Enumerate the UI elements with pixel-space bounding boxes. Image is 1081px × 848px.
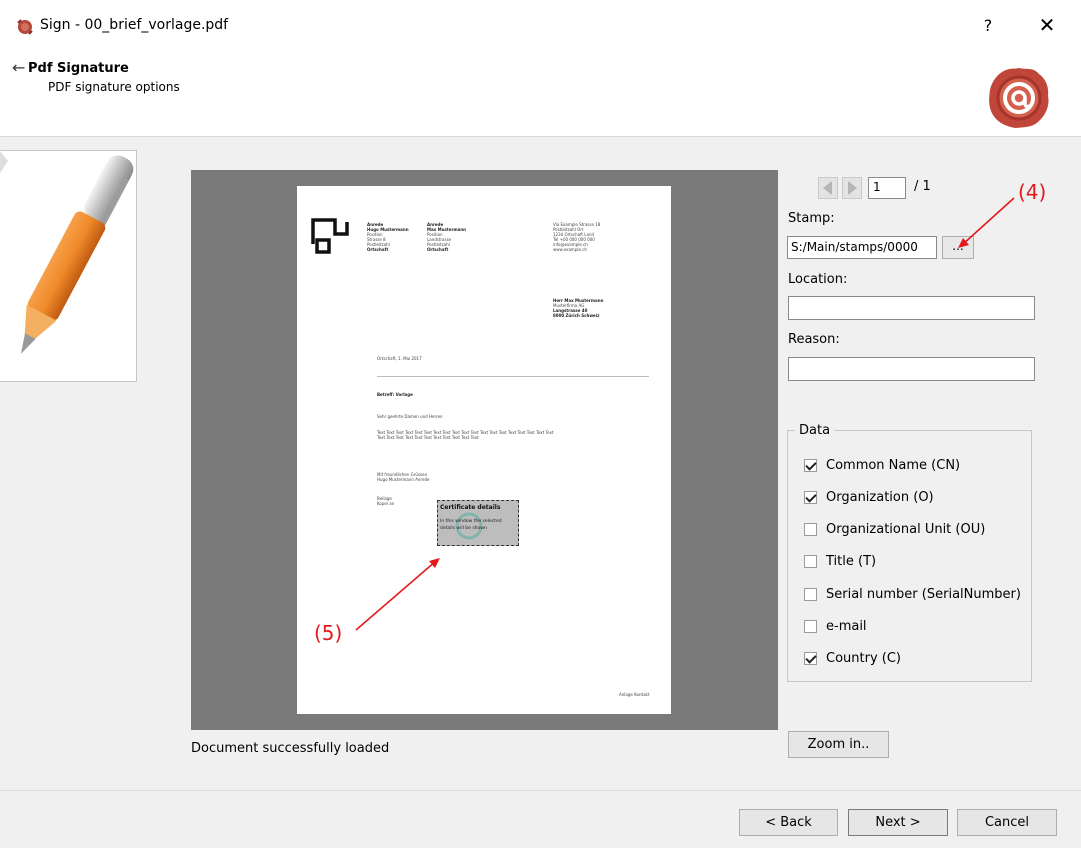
subject-line: Betreff: Vorlage bbox=[377, 392, 413, 397]
zoom-in-button[interactable]: Zoom in.. bbox=[788, 731, 889, 758]
status-text: Document successfully loaded bbox=[191, 741, 390, 756]
body-text: Text Text Text Text Text Text Text Text … bbox=[377, 430, 554, 440]
header-divider bbox=[0, 136, 1081, 137]
back-arrow-icon[interactable]: ← bbox=[12, 58, 25, 77]
help-button[interactable]: ? bbox=[978, 16, 998, 35]
annotation-label-5: (5) bbox=[314, 621, 343, 645]
checkbox-label: Common Name (CN) bbox=[826, 457, 961, 473]
page-number-input[interactable]: 1 bbox=[868, 177, 906, 199]
footer-right: Anlage Kontakt bbox=[619, 692, 650, 697]
browse-stamp-button[interactable]: ... bbox=[942, 236, 974, 259]
sender-col-3: Via Example Strasse 18 Postleitzahl Ort … bbox=[553, 222, 601, 252]
separator bbox=[377, 376, 649, 377]
close-button[interactable]: ✕ bbox=[1036, 13, 1058, 37]
location-input[interactable] bbox=[788, 296, 1035, 320]
window-title: Sign - 00_brief_vorlage.pdf bbox=[40, 17, 229, 33]
reason-label: Reason: bbox=[788, 332, 840, 347]
pen-panel bbox=[0, 150, 137, 382]
page-subtitle: PDF signature options bbox=[48, 80, 180, 94]
prev-page-button[interactable] bbox=[818, 177, 838, 199]
date-line: Ortschaft, 1. Mai 2017 bbox=[377, 356, 422, 361]
footer-notes: Beilage Kopie an bbox=[377, 496, 395, 506]
checkbox-country[interactable]: Country (C) bbox=[804, 649, 901, 667]
back-button[interactable]: < Back bbox=[739, 809, 838, 836]
pdf-page: Anrede Hugo Mustermann Position Strasse … bbox=[297, 186, 671, 714]
page-heading: Pdf Signature bbox=[28, 61, 129, 76]
checkbox-organizational-unit[interactable]: Organizational Unit (OU) bbox=[804, 520, 985, 538]
checkbox-email[interactable]: e-mail bbox=[804, 617, 867, 635]
signature-field[interactable]: Certificate details In this window the s… bbox=[437, 500, 519, 546]
checkbox[interactable] bbox=[804, 651, 817, 665]
checkbox[interactable] bbox=[804, 587, 817, 601]
checkbox-label: Country (C) bbox=[826, 650, 901, 666]
salutation: Sehr geehrte Damen und Herren bbox=[377, 414, 443, 419]
cert-text: In this window the selected details will… bbox=[440, 519, 502, 531]
cancel-button[interactable]: Cancel bbox=[957, 809, 1057, 836]
page-total: / 1 bbox=[914, 179, 931, 194]
sender-col-1: Anrede Hugo Mustermann Position Strasse … bbox=[367, 222, 409, 252]
checkbox-label: e-mail bbox=[826, 618, 867, 634]
cert-title: Certificate details bbox=[440, 504, 501, 511]
checkbox[interactable] bbox=[804, 522, 817, 536]
document-logo bbox=[311, 218, 349, 254]
checkbox-label: Organization (O) bbox=[826, 489, 934, 505]
location-label: Location: bbox=[788, 272, 848, 287]
closing: Mit freundlichen Grüssen Hugo Mustermann… bbox=[377, 472, 430, 482]
checkbox-label: Serial number (SerialNumber) bbox=[826, 586, 1021, 602]
arrow-right-icon bbox=[848, 181, 857, 195]
checkbox-label: Organizational Unit (OU) bbox=[826, 521, 986, 537]
annotation-label-4: (4) bbox=[1018, 180, 1047, 204]
checkbox-title[interactable]: Title (T) bbox=[804, 552, 876, 570]
reason-input[interactable] bbox=[788, 357, 1035, 381]
checkbox[interactable] bbox=[804, 490, 817, 504]
checkbox[interactable] bbox=[804, 619, 817, 633]
wax-seal-at-icon bbox=[989, 68, 1049, 128]
recipient-address: Herr Max Mustermann Musterfirma AG Langs… bbox=[553, 298, 604, 318]
data-legend: Data bbox=[795, 423, 835, 438]
next-button[interactable]: Next > bbox=[848, 809, 948, 836]
arrow-left-icon bbox=[823, 181, 832, 195]
pen-icon bbox=[0, 151, 134, 354]
stamp-label: Stamp: bbox=[788, 211, 835, 226]
stamp-input[interactable]: S:/Main/stamps/0000 bbox=[787, 236, 937, 259]
next-page-button[interactable] bbox=[842, 177, 862, 199]
checkbox[interactable] bbox=[804, 458, 817, 472]
document-preview[interactable]: Anrede Hugo Mustermann Position Strasse … bbox=[191, 170, 778, 730]
checkbox[interactable] bbox=[804, 554, 817, 568]
checkbox-organization[interactable]: Organization (O) bbox=[804, 488, 934, 506]
checkbox-label: Title (T) bbox=[826, 553, 877, 569]
wax-seal-icon bbox=[17, 19, 33, 35]
sender-col-2: Anrede Max Mustermann Position Landstras… bbox=[427, 222, 467, 252]
checkbox-common-name[interactable]: Common Name (CN) bbox=[804, 456, 960, 474]
footer-divider bbox=[0, 790, 1081, 791]
checkbox-serial-number[interactable]: Serial number (SerialNumber) bbox=[804, 585, 1021, 603]
